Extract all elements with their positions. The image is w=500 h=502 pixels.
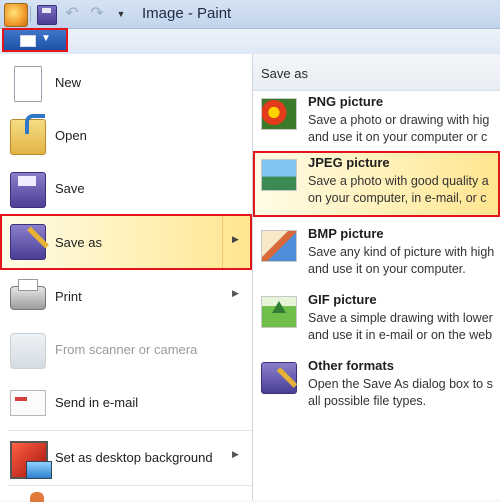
option-description-line1: Save a photo with good quality a — [308, 174, 489, 188]
save-as-icon — [10, 224, 46, 260]
menu-item-save-as[interactable]: Save as ▶ — [0, 214, 252, 270]
split-divider — [222, 216, 223, 268]
desktop-background-icon — [10, 441, 52, 479]
menu-item-label: Save — [55, 181, 85, 196]
option-title: PNG picture — [308, 94, 384, 109]
menu-item-label: Save as — [55, 235, 102, 250]
window-title: Image - Paint — [142, 5, 232, 22]
option-description-line2: all possible file types. — [308, 394, 427, 408]
option-title: Other formats — [308, 358, 394, 373]
submenu-arrow-icon: ▶ — [232, 449, 239, 459]
printer-icon — [10, 279, 46, 310]
menu-item-label: Set as desktop background — [55, 450, 213, 465]
redo-icon[interactable]: ↷ — [88, 5, 106, 23]
undo-icon[interactable]: ↶ — [63, 5, 81, 23]
quick-access-separator — [30, 6, 31, 22]
customize-quick-access-icon[interactable]: ▼ — [112, 5, 130, 23]
save-as-header: Save as — [253, 54, 500, 91]
quick-save-icon[interactable] — [37, 5, 57, 25]
menu-item-label: Open — [55, 128, 87, 143]
menu-item-save[interactable]: Save — [0, 164, 252, 214]
floppy-disk-icon — [10, 172, 46, 208]
paint-app-icon[interactable] — [4, 3, 28, 27]
jpeg-picture-icon — [261, 159, 297, 191]
open-folder-icon — [10, 114, 46, 155]
file-menu: New Open Save Save as ▶ Print ▶ From sca… — [0, 54, 253, 500]
save-option-png[interactable]: PNG picture Save a photo or drawing with… — [253, 90, 500, 156]
menu-item-label: New — [55, 75, 82, 90]
menu-item-send-email[interactable]: Send in e-mail — [0, 378, 252, 428]
scanner-icon — [10, 333, 46, 369]
chevron-down-icon: ▼ — [41, 33, 51, 44]
ribbon-bar — [0, 29, 500, 55]
png-picture-icon — [261, 98, 297, 130]
option-description-line2: and use it on your computer. — [308, 262, 466, 276]
paint-menu-button[interactable]: ▼ — [2, 28, 68, 52]
save-option-jpeg[interactable]: JPEG picture Save a photo with good qual… — [253, 151, 500, 217]
save-as-header-label: Save as — [261, 66, 308, 81]
document-icon — [20, 35, 36, 47]
menu-item-new[interactable]: New — [0, 58, 252, 108]
menu-item-label: Print — [55, 289, 82, 304]
save-as-panel: Save as PNG picture Save a photo or draw… — [253, 54, 500, 500]
menu-item-open[interactable]: Open — [0, 111, 252, 161]
option-title: BMP picture — [308, 226, 384, 241]
option-description-line1: Save any kind of picture with high — [308, 245, 495, 259]
new-document-icon — [14, 66, 42, 102]
menu-item-print[interactable]: Print ▶ — [0, 272, 252, 322]
menu-divider — [8, 485, 252, 486]
option-title: JPEG picture — [308, 155, 390, 170]
option-description-line1: Save a photo or drawing with hig — [308, 113, 490, 127]
save-option-other-formats[interactable]: Other formats Open the Save As dialog bo… — [253, 354, 500, 420]
option-description-line2: on your computer, in e-mail, or c — [308, 191, 487, 205]
option-description-line1: Save a simple drawing with lower — [308, 311, 493, 325]
menu-item-from-scanner: From scanner or camera — [0, 325, 252, 375]
other-formats-icon — [261, 362, 297, 394]
submenu-arrow-icon: ▶ — [232, 288, 239, 298]
title-bar: ↶ ↷ ▼ Image - Paint — [0, 0, 500, 29]
submenu-arrow-icon[interactable]: ▶ — [232, 234, 239, 245]
option-description-line2: and use it in e-mail or on the web — [308, 328, 493, 342]
option-title: GIF picture — [308, 292, 377, 307]
envelope-icon — [10, 390, 46, 416]
gif-picture-icon — [261, 296, 297, 328]
option-description-line2: and use it on your computer or c — [308, 130, 488, 144]
menu-item-label: Send in e-mail — [55, 395, 139, 410]
menu-item-desktop-background[interactable]: Set as desktop background ▶ — [0, 433, 252, 483]
bmp-picture-icon — [261, 230, 297, 262]
save-option-gif[interactable]: GIF picture Save a simple drawing with l… — [253, 288, 500, 354]
exit-icon[interactable] — [30, 492, 44, 502]
option-description-line1: Open the Save As dialog box to s — [308, 377, 493, 391]
menu-divider — [8, 430, 252, 431]
menu-item-label: From scanner or camera — [55, 342, 198, 357]
save-option-bmp[interactable]: BMP picture Save any kind of picture wit… — [253, 222, 500, 288]
